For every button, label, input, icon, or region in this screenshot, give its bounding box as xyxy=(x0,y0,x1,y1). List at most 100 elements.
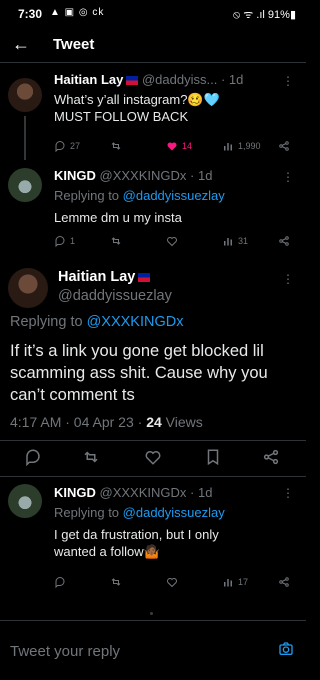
tweet-actions: 1 31 xyxy=(54,235,294,249)
main-tweet-text: If it’s a link you gone get blocked lil … xyxy=(10,342,268,404)
timestamp-text: 4:17 AM · 04 Apr 23 · xyxy=(10,414,147,430)
share-icon[interactable] xyxy=(262,448,280,466)
share-icon xyxy=(279,577,289,587)
status-time: 7:30 xyxy=(18,7,43,21)
page-title: Tweet xyxy=(53,36,95,53)
replying-to: Replying to @daddyissuezlay xyxy=(54,188,225,203)
heart-icon xyxy=(167,142,177,151)
reply-input[interactable]: Tweet your reply xyxy=(10,643,120,660)
bookmark-icon[interactable] xyxy=(204,448,222,466)
more-options-icon[interactable]: ⋮ xyxy=(282,74,294,88)
replying-to: Replying to @XXXKINGDx xyxy=(10,314,183,330)
view-count: 1,990 xyxy=(238,141,261,151)
share-button[interactable] xyxy=(278,576,290,588)
camera-icon[interactable] xyxy=(278,641,294,657)
share-icon xyxy=(279,141,289,151)
tweet-text-line: What’s y’all instagram?🥴🩵 xyxy=(54,92,220,107)
views-icon xyxy=(224,143,232,151)
reply-icon xyxy=(55,141,65,152)
reply-icon xyxy=(55,236,65,247)
back-arrow-icon[interactable]: ← xyxy=(12,34,30,55)
like-count: 14 xyxy=(182,141,193,151)
share-button[interactable] xyxy=(278,140,290,152)
like-button[interactable] xyxy=(166,235,178,247)
avatar[interactable] xyxy=(8,268,48,308)
view-count: 17 xyxy=(238,577,249,587)
retweet-icon xyxy=(111,142,121,150)
tweet-text: Lemme dm u my insta xyxy=(54,210,182,225)
like-button[interactable] xyxy=(166,576,178,588)
retweet-icon[interactable] xyxy=(82,448,100,466)
main-tweet-actions xyxy=(0,448,306,472)
share-button[interactable] xyxy=(278,235,290,247)
tweet-text-line: MUST FOLLOW BACK xyxy=(54,109,189,124)
reply-button[interactable]: 27 xyxy=(54,140,80,152)
tweet-time: · 1d xyxy=(190,485,213,500)
haiti-flag-icon xyxy=(138,272,151,282)
mention-link[interactable]: @XXXKINGDx xyxy=(87,314,184,330)
replying-to-label: Replying to xyxy=(54,505,123,520)
views-icon xyxy=(224,579,232,587)
reply-icon[interactable] xyxy=(24,448,42,466)
replying-to: Replying to @daddyissuezlay xyxy=(54,505,225,520)
tweet-time: · 1d xyxy=(190,168,213,183)
views-label[interactable]: Views xyxy=(162,414,203,430)
heart-outline-icon[interactable] xyxy=(144,448,162,466)
haiti-flag-icon xyxy=(126,76,139,86)
author-name[interactable]: Haitian Lay xyxy=(54,72,123,87)
tweet-actions: 17 xyxy=(54,576,294,590)
more-options-icon[interactable]: ⋮ xyxy=(282,170,294,184)
views-button[interactable]: 31 xyxy=(222,235,248,247)
top-bar: ← Tweet xyxy=(0,28,306,62)
replying-to-label: Replying to xyxy=(10,314,87,330)
retweet-icon xyxy=(111,237,121,245)
share-icon xyxy=(279,236,289,246)
more-options-icon[interactable]: ⋮ xyxy=(282,272,294,286)
like-button[interactable]: 14 xyxy=(166,140,192,152)
retweet-icon xyxy=(111,578,121,586)
tweet-time: · 1d xyxy=(220,72,244,87)
tweet-text: I get da frustration, but I only wanted … xyxy=(54,526,219,560)
mention-link[interactable]: @daddyissuezlay xyxy=(123,505,225,520)
retweet-button[interactable] xyxy=(110,140,122,152)
views-button[interactable]: 17 xyxy=(222,576,248,588)
author-name[interactable]: KINGD xyxy=(54,485,96,500)
author-handle[interactable]: @XXXKINGDx xyxy=(100,485,187,500)
avatar[interactable] xyxy=(8,78,42,112)
reply-count: 27 xyxy=(70,141,81,151)
tweet-text: What’s y’all instagram?🥴🩵 MUST FOLLOW BA… xyxy=(54,91,220,125)
tweet-2[interactable]: KINGD @XXXKINGDx · 1d ⋮ Replying to @dad… xyxy=(0,162,306,260)
author-handle[interactable]: @daddyiss... xyxy=(142,72,217,87)
reply-icon xyxy=(55,577,65,588)
heart-outline-icon xyxy=(167,237,177,247)
status-right-icons: ⦸ ᯤ .ıl 91%▮ xyxy=(232,9,296,21)
replying-to-label: Replying to xyxy=(54,188,123,203)
thread-line xyxy=(24,116,26,160)
tweet-text-line: I get da frustration, but I only xyxy=(54,527,219,542)
view-count: 31 xyxy=(238,236,249,246)
status-bar: 7:30 ▲ ▣ ◎ ck ⦸ ᯤ .ıl 91%▮ xyxy=(0,0,306,28)
reply-button[interactable] xyxy=(54,576,66,588)
tweet-actions: 27 14 1,990 xyxy=(54,140,294,154)
retweet-button[interactable] xyxy=(110,235,122,247)
tweet-1[interactable]: Haitian Lay @daddyiss... · 1d ⋮ What’s y… xyxy=(0,62,306,162)
divider xyxy=(0,440,306,441)
tweet-text-line: wanted a follow🤷🏾 xyxy=(54,544,160,559)
avatar[interactable] xyxy=(8,484,42,518)
author-name[interactable]: KINGD xyxy=(54,168,96,183)
mention-link[interactable]: @daddyissuezlay xyxy=(123,188,225,203)
author-handle[interactable]: @XXXKINGDx xyxy=(100,168,187,183)
reply-composer[interactable]: Tweet your reply xyxy=(0,620,306,680)
more-options-icon[interactable]: ⋮ xyxy=(282,486,294,500)
author-name[interactable]: Haitian Lay xyxy=(58,269,135,285)
loading-dot xyxy=(150,612,153,615)
avatar[interactable] xyxy=(8,168,42,202)
reply-count: 1 xyxy=(70,236,76,246)
tweet-timestamp: 4:17 AM · 04 Apr 23 · 24 Views xyxy=(10,414,203,430)
author-handle[interactable]: @daddyissuezlay xyxy=(58,288,172,304)
views-count[interactable]: 24 xyxy=(146,414,162,430)
reply-tweet[interactable]: KINGD @XXXKINGDx · 1d ⋮ Replying to @dad… xyxy=(0,476,306,606)
reply-button[interactable]: 1 xyxy=(54,235,75,247)
retweet-button[interactable] xyxy=(110,576,122,588)
views-button[interactable]: 1,990 xyxy=(222,140,261,152)
